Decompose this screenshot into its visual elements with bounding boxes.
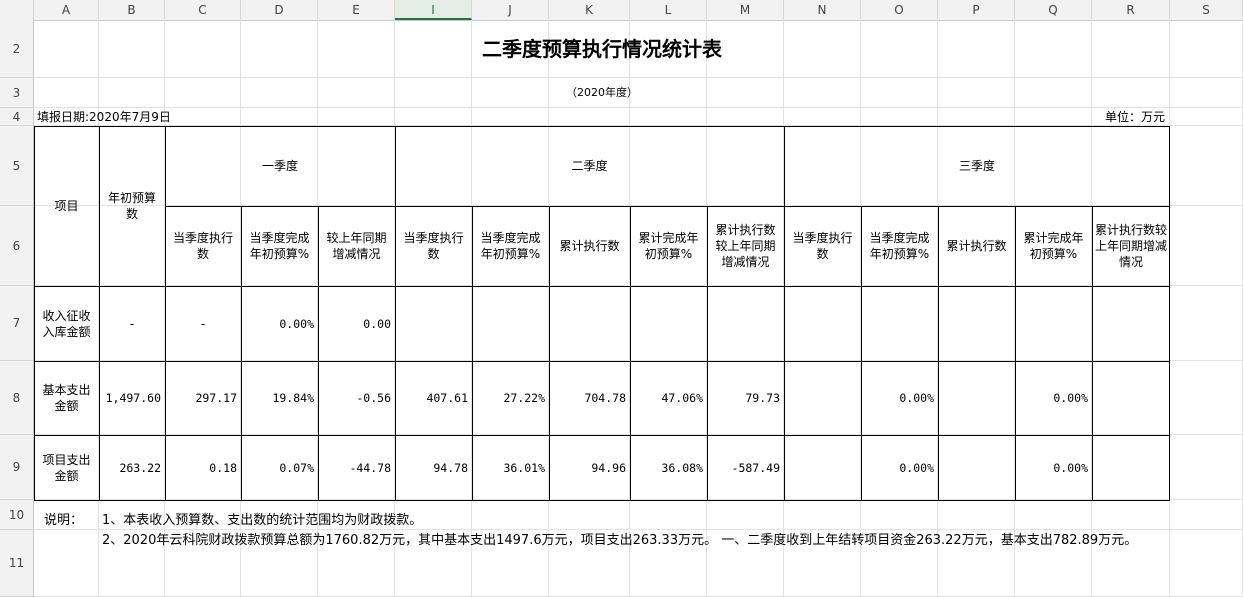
subheader-cell[interactable]: 当季度完成年初预算% [472,206,549,286]
data-cell[interactable] [707,286,784,361]
column-header-bar: ABCDEIJKLMNOPQRS [0,0,1243,21]
data-cell[interactable]: 0.00% [861,361,938,435]
subheader-cell[interactable]: 累计完成年初预算% [630,206,707,286]
data-cell[interactable]: 36.01% [472,435,549,500]
row-label[interactable]: 基本支出金额 [34,361,99,435]
row-header-10[interactable]: 10 [0,500,34,530]
row-header-4[interactable]: 4 [0,108,34,126]
row-header-6[interactable]: 6 [0,206,34,286]
data-cell[interactable] [1092,435,1170,500]
column-header-O[interactable]: O [861,0,938,20]
data-cell[interactable] [1092,286,1170,361]
data-cell[interactable] [1015,286,1092,361]
subheader-cell[interactable]: 当季度执行数 [165,206,241,286]
column-header-L[interactable]: L [630,0,707,20]
data-cell[interactable]: -587.49 [707,435,784,500]
data-cell[interactable]: 0.00% [1015,361,1092,435]
data-cell[interactable]: 0.00% [861,435,938,500]
subheader-cell[interactable]: 当季度完成年初预算% [861,206,938,286]
data-cell[interactable]: - [165,286,241,361]
data-cell[interactable] [472,286,549,361]
column-header-P[interactable]: P [938,0,1015,20]
data-cell[interactable] [1092,361,1170,435]
subheader-cell[interactable]: 累计执行数较上年同期增减情况 [707,206,784,286]
data-cell[interactable]: 1,497.60 [99,361,165,435]
select-all-corner[interactable] [0,0,34,20]
data-cell[interactable]: 94.96 [549,435,630,500]
data-cell[interactable] [395,286,472,361]
row-header-5[interactable]: 5 [0,126,34,206]
column-header-A[interactable]: A [34,0,99,20]
row-header-8[interactable]: 8 [0,361,34,435]
row-header-9[interactable]: 9 [0,435,34,500]
data-cell[interactable]: 297.17 [165,361,241,435]
data-cell[interactable]: 19.84% [241,361,318,435]
row-header-2[interactable]: 2 [0,20,34,78]
data-cell[interactable] [784,361,861,435]
subheader-cell[interactable]: 当季度执行数 [784,206,861,286]
row-header-3[interactable]: 3 [0,78,34,108]
column-header-M[interactable]: M [707,0,784,20]
row-label[interactable]: 项目支出金额 [34,435,99,500]
notes-label[interactable]: 说明： [44,513,83,529]
data-cell[interactable]: 407.61 [395,361,472,435]
column-header-E[interactable]: E [318,0,395,20]
data-cell[interactable]: 0.18 [165,435,241,500]
subheader-cell[interactable]: 累计完成年初预算% [1015,206,1092,286]
notes-line-1[interactable]: 1、本表收入预算数、支出数的统计范围均为财政拨款。 [102,513,422,529]
header-annual-budget[interactable]: 年初预算数 [99,126,165,286]
data-cell[interactable]: 0.07% [241,435,318,500]
data-cell[interactable] [549,286,630,361]
data-cell[interactable]: -44.78 [318,435,395,500]
header-q1[interactable]: 一季度 [165,126,395,206]
subheader-cell[interactable]: 当季度完成年初预算% [241,206,318,286]
subheader-cell[interactable]: 当季度执行数 [395,206,472,286]
data-cell[interactable]: 36.08% [630,435,707,500]
data-cell[interactable]: 0.00% [241,286,318,361]
fill-date[interactable]: 填报日期:2020年7月9日 [34,108,334,126]
subheader-cell[interactable]: 累计执行数较上年同期增减情况 [1092,206,1170,286]
data-cell[interactable] [938,361,1015,435]
column-header-N[interactable]: N [784,0,861,20]
data-cell[interactable]: 47.06% [630,361,707,435]
header-q3[interactable]: 三季度 [784,126,1170,206]
data-cell[interactable]: 94.78 [395,435,472,500]
column-header-B[interactable]: B [99,0,165,20]
sheet-title[interactable]: 二季度预算执行情况统计表 [34,20,1170,78]
column-header-K[interactable]: K [549,0,630,20]
data-cell[interactable]: 0.00 [318,286,395,361]
data-cell[interactable] [861,286,938,361]
data-cell[interactable] [938,286,1015,361]
data-cell[interactable]: -0.56 [318,361,395,435]
column-header-D[interactable]: D [241,0,318,20]
data-cell[interactable]: 704.78 [549,361,630,435]
data-cell[interactable]: 0.00% [1015,435,1092,500]
data-cell[interactable] [938,435,1015,500]
data-cell[interactable]: 79.73 [707,361,784,435]
column-header-Q[interactable]: Q [1015,0,1092,20]
header-item[interactable]: 项目 [34,126,99,286]
column-header-C[interactable]: C [165,0,241,20]
subheader-cell[interactable]: 累计执行数 [549,206,630,286]
sheet-subtitle[interactable]: （2020年度） [34,78,1170,108]
data-cell[interactable]: 263.22 [99,435,165,500]
column-header-J[interactable]: J [472,0,549,20]
column-header-S[interactable]: S [1170,0,1243,20]
data-cell[interactable] [784,435,861,500]
subheader-cell[interactable]: 较上年同期增减情况 [318,206,395,286]
data-cell[interactable]: 27.22% [472,361,549,435]
data-cell[interactable] [784,286,861,361]
header-q2[interactable]: 二季度 [395,126,784,206]
notes-line-2[interactable]: 2、2020年云科院财政拨款预算总额为1760.82万元，其中基本支出1497.… [102,533,1168,549]
unit-label[interactable]: 单位：万元 [1000,108,1168,126]
row-header-11[interactable]: 11 [0,530,34,597]
column-header-I[interactable]: I [395,0,472,20]
subheader-cell[interactable]: 累计执行数 [938,206,1015,286]
data-cell[interactable] [630,286,707,361]
row-header-7[interactable]: 7 [0,286,34,361]
data-cell[interactable]: - [99,286,165,361]
row-label[interactable]: 收入征收入库金额 [34,286,99,361]
column-header-R[interactable]: R [1092,0,1170,20]
